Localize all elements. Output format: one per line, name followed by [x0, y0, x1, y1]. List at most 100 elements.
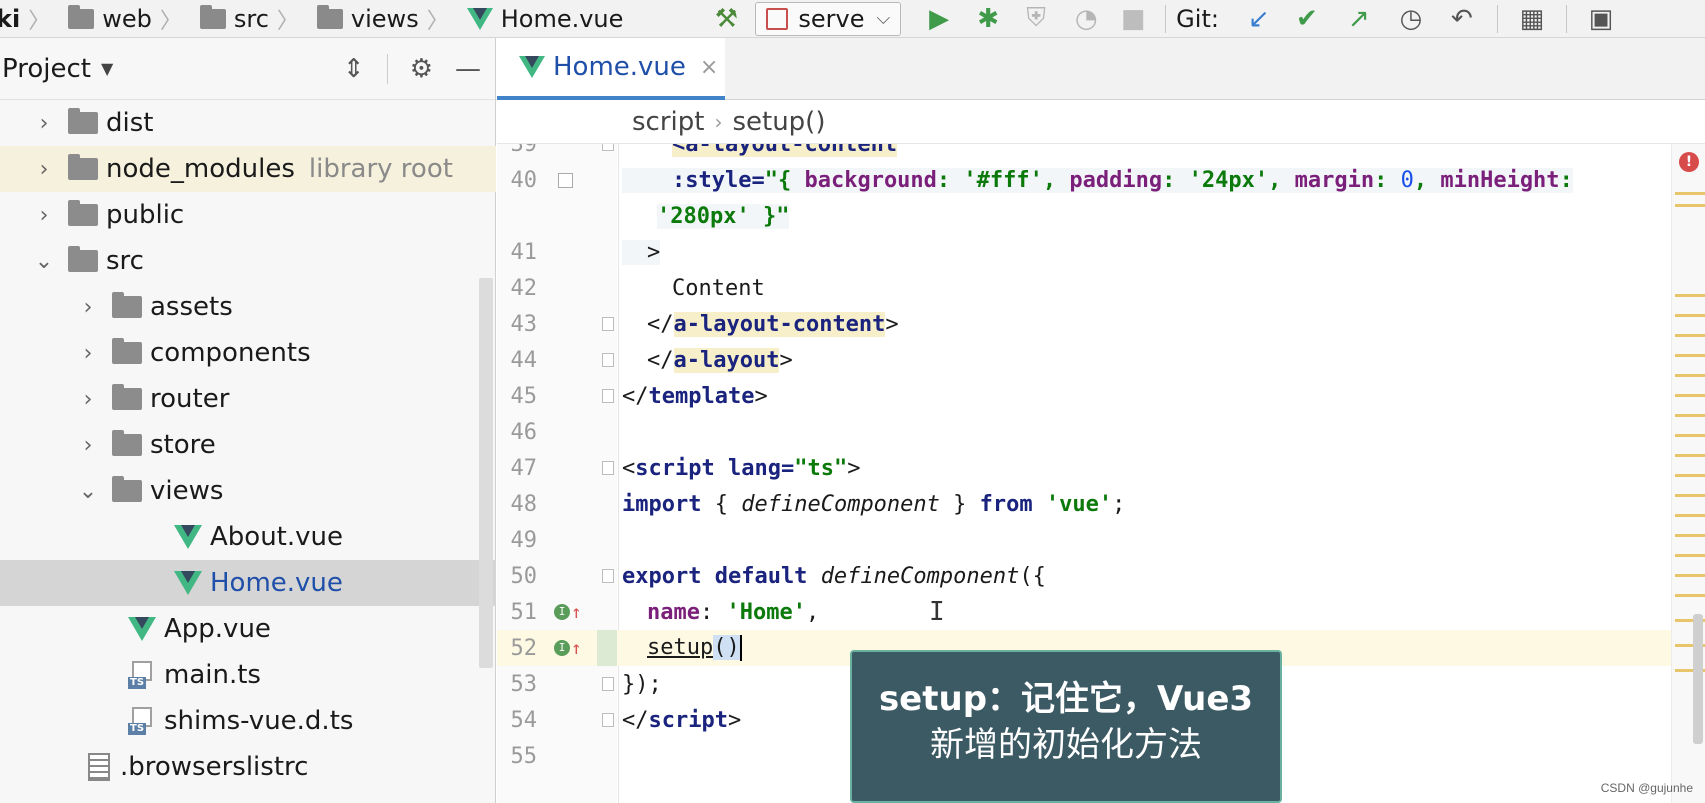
- chevron-right-icon[interactable]: ›: [34, 157, 54, 182]
- error-icon[interactable]: !: [1679, 152, 1699, 172]
- shield-run-icon: ⛨: [1026, 3, 1046, 33]
- tree-item-label: App.vue: [164, 614, 271, 644]
- stripe-marker[interactable]: [1675, 434, 1705, 437]
- caret-down-icon[interactable]: ▼: [101, 59, 113, 78]
- folder-icon: [68, 4, 95, 29]
- implements-marker[interactable]: I ↑: [554, 638, 582, 659]
- close-icon[interactable]: ×: [700, 55, 718, 80]
- chevron-right-icon[interactable]: ›: [34, 111, 54, 136]
- project-structure-button[interactable]: ▦: [1508, 0, 1556, 38]
- stripe-marker[interactable]: [1675, 494, 1705, 497]
- stripe-marker[interactable]: [1675, 574, 1705, 577]
- fold-marker[interactable]: [602, 389, 614, 403]
- stripe-marker[interactable]: [1675, 374, 1705, 377]
- tree-item-components[interactable]: › components: [0, 330, 496, 376]
- project-structure-icon: ▦: [1519, 3, 1545, 34]
- vue-file-icon: [174, 525, 202, 549]
- minimize-icon[interactable]: —: [455, 54, 481, 84]
- git-history-button[interactable]: ◷: [1385, 0, 1437, 38]
- stripe-marker[interactable]: [1675, 474, 1705, 477]
- implements-marker[interactable]: I ↑: [554, 602, 582, 623]
- breadcrumb-views[interactable]: views 〉: [305, 0, 455, 38]
- git-update-button[interactable]: ↙: [1237, 0, 1281, 38]
- bookmark-box[interactable]: [554, 172, 573, 188]
- code-token: ,: [1268, 167, 1295, 193]
- fold-marker[interactable]: [602, 461, 614, 475]
- tree-item-shims-vue-d-ts[interactable]: TS shims-vue.d.ts: [0, 698, 496, 744]
- chevron-right-icon[interactable]: ›: [78, 295, 98, 320]
- fold-marker[interactable]: [602, 569, 614, 583]
- change-marker[interactable]: [597, 630, 617, 666]
- fold-marker[interactable]: [602, 144, 614, 151]
- breadcrumb-setup[interactable]: setup(): [732, 107, 825, 137]
- fold-marker[interactable]: [602, 713, 614, 727]
- tree-item-router[interactable]: › router: [0, 376, 496, 422]
- fold-marker[interactable]: [602, 353, 614, 367]
- profile-button[interactable]: ◔: [1061, 0, 1111, 38]
- chevron-down-icon[interactable]: ⌄: [78, 479, 98, 504]
- error-stripe[interactable]: !: [1671, 144, 1705, 803]
- git-rollback-button[interactable]: ↶: [1437, 0, 1487, 38]
- tree-item-public[interactable]: › public: [0, 192, 496, 238]
- stripe-marker[interactable]: [1675, 192, 1705, 195]
- debug-button[interactable]: ✱: [965, 0, 1011, 38]
- code-token: >: [885, 311, 899, 337]
- toolbar-divider: [1565, 4, 1567, 33]
- terminal-button[interactable]: ▣: [1577, 0, 1625, 38]
- tree-item-app-vue[interactable]: App.vue: [0, 606, 496, 652]
- stripe-marker[interactable]: [1675, 454, 1705, 457]
- tree-item-assets[interactable]: › assets: [0, 284, 496, 330]
- breadcrumb-src[interactable]: src 〉: [188, 0, 305, 38]
- tree-item-home-vue[interactable]: Home.vue: [0, 560, 496, 606]
- chevron-right-icon[interactable]: ›: [34, 203, 54, 228]
- stripe-marker[interactable]: [1675, 204, 1705, 207]
- stripe-marker[interactable]: [1675, 554, 1705, 557]
- line-number: 41: [510, 239, 538, 265]
- build-button[interactable]: ⚒: [709, 0, 743, 38]
- tree-item-main-ts[interactable]: TS main.ts: [0, 652, 496, 698]
- breadcrumb-home-vue[interactable]: Home.vue: [455, 0, 630, 38]
- run-button[interactable]: ▶: [913, 0, 965, 38]
- stripe-marker[interactable]: [1675, 414, 1705, 417]
- breadcrumb-separator: ›: [714, 109, 723, 134]
- project-view-selector[interactable]: Project: [2, 54, 91, 84]
- git-commit-button[interactable]: ✔: [1281, 0, 1333, 38]
- coverage-button[interactable]: ⛨: [1011, 0, 1061, 38]
- tree-item-about-vue[interactable]: About.vue: [0, 514, 496, 560]
- tab-home-vue[interactable]: Home.vue ×: [497, 38, 725, 100]
- stripe-marker[interactable]: [1675, 314, 1705, 317]
- collapse-all-icon[interactable]: ⇕: [343, 54, 365, 84]
- fold-marker[interactable]: [602, 317, 614, 331]
- run-config-select[interactable]: serve ⌵: [755, 1, 902, 36]
- breadcrumb-web[interactable]: web 〉: [56, 0, 188, 38]
- stripe-marker[interactable]: [1675, 594, 1705, 597]
- chevron-right-icon[interactable]: ›: [78, 341, 98, 366]
- tree-item-src[interactable]: ⌄ src: [0, 238, 496, 284]
- editor-scrollbar[interactable]: [1693, 614, 1703, 744]
- chevron-down-icon[interactable]: ⌄: [34, 249, 54, 274]
- tree-scrollbar[interactable]: [479, 278, 493, 668]
- tree-item-node-modules[interactable]: › node_modules library root: [0, 146, 496, 192]
- tree-item-browserslistrc[interactable]: .browserslistrc: [0, 744, 496, 790]
- gear-icon[interactable]: ⚙: [410, 54, 433, 84]
- code-token: :: [1374, 167, 1401, 193]
- tree-item-dist[interactable]: › dist: [0, 100, 496, 146]
- chevron-right-icon[interactable]: ›: [78, 433, 98, 458]
- stripe-marker[interactable]: [1675, 394, 1705, 397]
- stripe-marker[interactable]: [1675, 334, 1705, 337]
- tree-item-views[interactable]: ⌄ views: [0, 468, 496, 514]
- stripe-marker[interactable]: [1675, 534, 1705, 537]
- chevron-right-icon[interactable]: ›: [78, 387, 98, 412]
- code-token: ,: [805, 599, 820, 625]
- git-push-button[interactable]: ↗: [1333, 0, 1385, 38]
- code-token: a-layout-content: [673, 311, 886, 337]
- breadcrumb-script[interactable]: script: [632, 107, 704, 137]
- fold-marker[interactable]: [602, 677, 614, 691]
- tree-item-store[interactable]: › store: [0, 422, 496, 468]
- stop-button[interactable]: ■: [1111, 0, 1155, 38]
- breadcrumb-root[interactable]: ki 〉: [0, 0, 56, 38]
- stripe-marker[interactable]: [1675, 354, 1705, 357]
- code-text: export default defineComponent({: [622, 564, 1046, 589]
- stripe-marker[interactable]: [1675, 294, 1705, 297]
- stripe-marker[interactable]: [1675, 514, 1705, 517]
